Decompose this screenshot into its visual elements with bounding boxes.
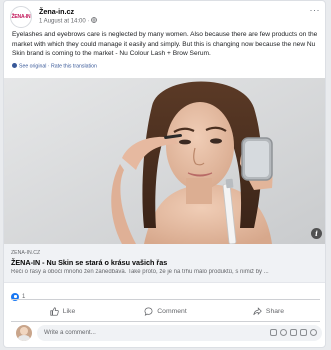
link-title[interactable]: ŽENA-IN - Nu Skin se stará o krásu vašic… xyxy=(11,258,167,267)
page-avatar[interactable]: ŽENA-IN xyxy=(10,6,32,28)
see-original-label[interactable]: See original · Rate this translation xyxy=(19,64,97,70)
divider xyxy=(11,321,320,322)
post-text: Eyelashes and eyebrows care is neglected… xyxy=(12,31,318,57)
post-card: ŽENA-IN Žena-in.cz 1 August at 14:00 · ·… xyxy=(3,0,326,348)
divider xyxy=(11,299,320,300)
reaction-summary[interactable]: 1 xyxy=(11,288,25,301)
post-header: ŽENA-IN Žena-in.cz 1 August at 14:00 · ·… xyxy=(10,5,322,28)
see-original-link[interactable]: See original · Rate this translation xyxy=(12,63,97,70)
globe-icon xyxy=(91,17,97,23)
more-options-icon[interactable]: ··· xyxy=(310,5,321,15)
link-preview[interactable]: ZENA-IN.CZ ŽENA-IN - Nu Skin se stará o … xyxy=(4,244,325,283)
comment-icon xyxy=(144,307,153,316)
comment-label: Comment xyxy=(157,307,187,315)
page-name[interactable]: Žena-in.cz xyxy=(39,7,74,16)
post-image[interactable]: i xyxy=(4,78,325,244)
comment-button[interactable]: Comment xyxy=(114,301,217,321)
comment-composer: Write a comment... xyxy=(16,325,322,342)
action-bar: Like Comment Share xyxy=(11,301,320,321)
post-timestamp[interactable]: 1 August at 14:00 · xyxy=(39,17,97,25)
post-time[interactable]: 1 August at 14:00 · xyxy=(39,19,91,25)
composer-icons xyxy=(270,329,317,336)
like-icon xyxy=(50,306,59,316)
emoji-icon[interactable] xyxy=(280,329,287,336)
avatar-sticker-icon[interactable] xyxy=(270,329,277,336)
translate-icon xyxy=(12,63,17,68)
woman-applying-mascara-photo xyxy=(4,78,325,244)
like-button[interactable]: Like xyxy=(11,301,114,321)
share-label: Share xyxy=(265,307,285,315)
share-icon xyxy=(253,306,262,315)
link-domain: ZENA-IN.CZ xyxy=(11,250,41,256)
gif-icon[interactable] xyxy=(300,329,307,336)
link-description: Řeči o řasy a obočí mnoho žen zanedbává.… xyxy=(11,269,269,275)
share-button[interactable]: Share xyxy=(217,301,320,321)
like-label: Like xyxy=(62,307,76,315)
camera-icon[interactable] xyxy=(290,329,297,336)
user-avatar[interactable] xyxy=(16,325,32,341)
info-icon[interactable]: i xyxy=(311,228,322,239)
sticker-icon[interactable] xyxy=(310,329,317,336)
